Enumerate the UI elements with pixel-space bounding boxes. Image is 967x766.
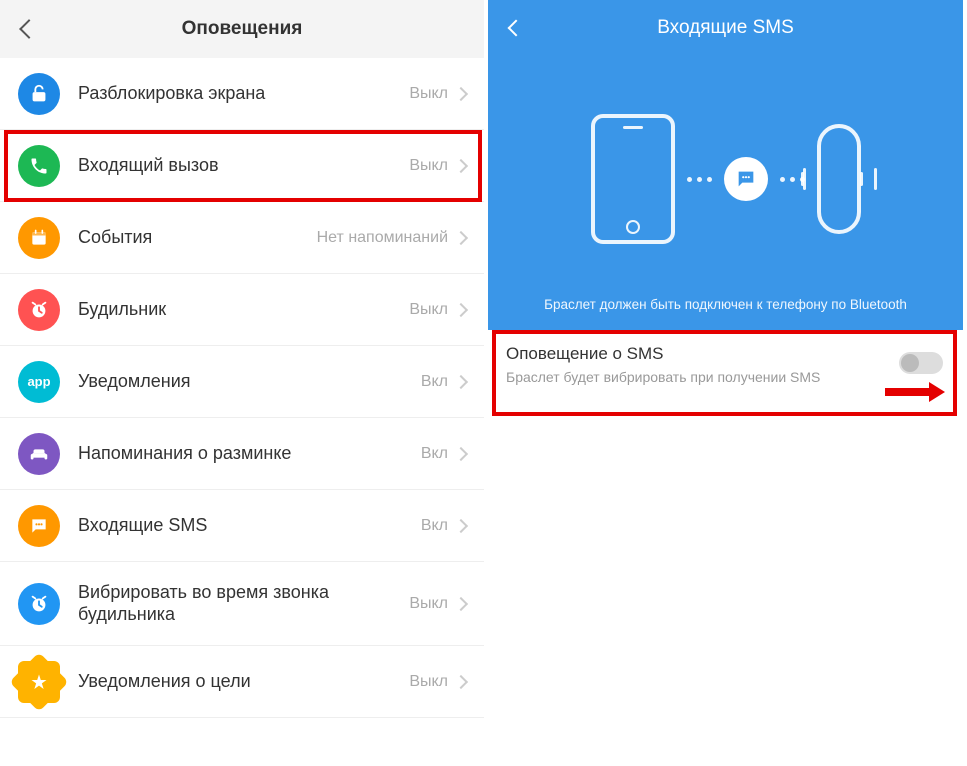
chevron-left-icon xyxy=(508,20,525,37)
hero-graphic xyxy=(591,114,861,244)
item-status: Вкл xyxy=(421,445,448,463)
couch-icon xyxy=(18,433,60,475)
header: Оповещения xyxy=(0,0,484,58)
phone-icon xyxy=(591,114,675,244)
item-label: Разблокировка экрана xyxy=(78,83,409,105)
hero-caption: Браслет должен быть подключен к телефону… xyxy=(534,297,917,312)
item-unlock[interactable]: Разблокировка экрана Выкл xyxy=(0,58,484,130)
item-events[interactable]: События Нет напоминаний xyxy=(0,202,484,274)
app-icon: app xyxy=(18,361,60,403)
item-label: Входящие SMS xyxy=(78,515,421,537)
chevron-right-icon xyxy=(454,86,468,100)
message-bubble-icon xyxy=(724,157,768,201)
item-label: Вибрировать во время звонка будильника xyxy=(78,582,409,625)
page-title: Оповещения xyxy=(0,18,484,40)
item-label: Входящий вызов xyxy=(78,155,409,177)
back-button[interactable] xyxy=(0,0,58,58)
sms-detail-screen: Входящие SMS Браслет должен быть подключ… xyxy=(488,0,963,766)
chevron-right-icon xyxy=(454,374,468,388)
item-label: События xyxy=(78,227,317,249)
item-status: Вкл xyxy=(421,517,448,535)
item-status: Выкл xyxy=(409,301,448,319)
band-icon xyxy=(817,124,861,234)
arrow-icon xyxy=(885,380,945,404)
item-status: Выкл xyxy=(409,157,448,175)
item-status: Выкл xyxy=(409,595,448,613)
item-incoming-call[interactable]: Входящий вызов Выкл xyxy=(0,130,484,202)
chevron-right-icon xyxy=(454,674,468,688)
item-sms[interactable]: Входящие SMS Вкл xyxy=(0,490,484,562)
sms-toggle[interactable] xyxy=(899,352,943,374)
page-title: Входящие SMS xyxy=(488,17,963,39)
item-alarm[interactable]: Будильник Выкл xyxy=(0,274,484,346)
item-label: Уведомления xyxy=(78,371,421,393)
item-alarm-vibrate[interactable]: Вибрировать во время звонка будильника В… xyxy=(0,562,484,646)
setting-title: Оповещение о SMS xyxy=(506,344,945,364)
goal-icon xyxy=(18,661,60,703)
alarm-vibrate-icon xyxy=(18,583,60,625)
item-status: Выкл xyxy=(409,673,448,691)
chevron-right-icon xyxy=(454,596,468,610)
item-label: Уведомления о цели xyxy=(78,671,409,693)
chevron-right-icon xyxy=(454,302,468,316)
dots-icon xyxy=(687,177,712,182)
chevron-right-icon xyxy=(454,230,468,244)
lock-icon xyxy=(18,73,60,115)
chevron-left-icon xyxy=(19,19,39,39)
item-status: Выкл xyxy=(409,85,448,103)
settings-list: Разблокировка экрана Выкл Входящий вызов… xyxy=(0,58,484,718)
chevron-right-icon xyxy=(454,446,468,460)
back-button[interactable] xyxy=(488,0,544,56)
item-activity[interactable]: Напоминания о разминке Вкл xyxy=(0,418,484,490)
item-status: Вкл xyxy=(421,373,448,391)
header: Входящие SMS xyxy=(488,0,963,56)
calendar-icon xyxy=(18,217,60,259)
chevron-right-icon xyxy=(454,518,468,532)
alarm-icon xyxy=(18,289,60,331)
item-label: Будильник xyxy=(78,299,409,321)
chevron-right-icon xyxy=(454,158,468,172)
item-status: Нет напоминаний xyxy=(317,229,448,247)
setting-desc: Браслет будет вибрировать при получении … xyxy=(506,368,826,386)
notifications-screen: Оповещения Разблокировка экрана Выкл Вхо… xyxy=(0,0,488,766)
message-icon xyxy=(18,505,60,547)
sms-toggle-row[interactable]: Оповещение о SMS Браслет будет вибрирова… xyxy=(488,330,963,404)
item-goal[interactable]: Уведомления о цели Выкл xyxy=(0,646,484,718)
item-notifications[interactable]: app Уведомления Вкл xyxy=(0,346,484,418)
phone-icon xyxy=(18,145,60,187)
item-label: Напоминания о разминке xyxy=(78,443,421,465)
hero-illustration: Браслет должен быть подключен к телефону… xyxy=(488,56,963,330)
